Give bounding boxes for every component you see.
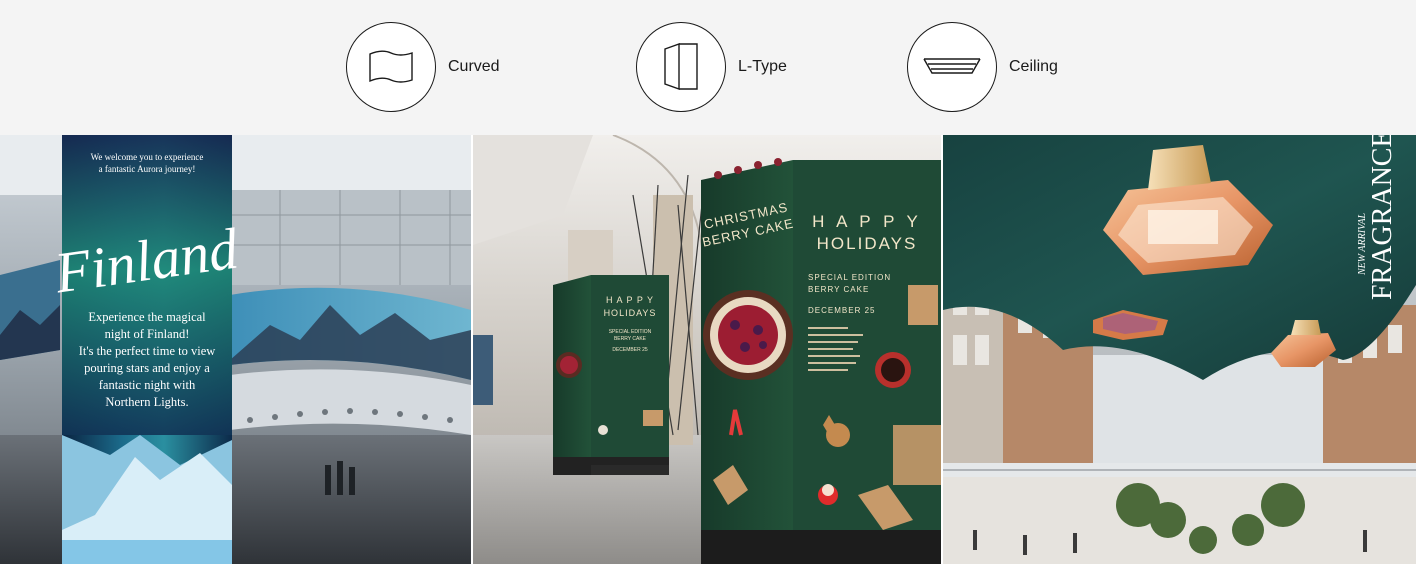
small-box-edition-1: SPECIAL EDITION bbox=[609, 329, 652, 335]
ceiling-display-icon bbox=[907, 22, 997, 112]
large-box-edition-1: SPECIAL EDITION bbox=[808, 273, 891, 282]
small-box-title-2: HOLIDAYS bbox=[604, 308, 657, 318]
pillar-banner-line-2: a fantastic Aurora journey! bbox=[99, 164, 196, 174]
display-type-tabs: Curved L-Type Ceiling bbox=[0, 0, 1416, 135]
pillar-body-line-1: Experience the magical bbox=[88, 310, 206, 324]
tab-ceiling[interactable]: Ceiling bbox=[907, 22, 1058, 112]
l-type-display-photo: H A P P Y HOLIDAYS SPECIAL EDITION BERRY… bbox=[473, 135, 941, 564]
large-box-edition-2: BERRY CAKE bbox=[808, 285, 869, 294]
l-type-display-icon bbox=[636, 22, 726, 112]
large-box-right-title-1: H A P P Y bbox=[812, 212, 922, 231]
pillar-body-line-5: fantastic night with bbox=[99, 378, 196, 392]
small-box-date: DECEMBER 25 bbox=[612, 347, 648, 353]
curved-display-photo: We welcome you to experience a fantastic… bbox=[0, 135, 471, 564]
small-box-title-1: H A P P Y bbox=[606, 295, 654, 305]
tab-curved-label: Curved bbox=[448, 58, 500, 75]
large-box-date: DECEMBER 25 bbox=[808, 306, 875, 315]
small-box-edition-2: BERRY CAKE bbox=[614, 336, 647, 342]
curved-display-icon bbox=[346, 22, 436, 112]
pillar-body-line-4: pouring stars and enjoy a bbox=[84, 361, 210, 375]
pillar-body-line-3: It's the perfect time to view bbox=[79, 344, 216, 358]
pillar-banner-line-1: We welcome you to experience bbox=[91, 152, 204, 162]
pillar-body-line-6: Northern Lights. bbox=[105, 395, 188, 409]
ceiling-display-photo: NEW ARRIVAL FRAGRANCE bbox=[943, 135, 1416, 564]
tab-l-type-label: L-Type bbox=[738, 58, 787, 75]
tab-ceiling-label: Ceiling bbox=[1009, 58, 1058, 75]
tab-curved[interactable]: Curved bbox=[346, 22, 500, 112]
ceiling-fragrance: FRAGRANCE bbox=[1367, 135, 1398, 300]
pillar-body-line-2: night of Finland! bbox=[105, 327, 190, 341]
tab-l-type[interactable]: L-Type bbox=[636, 22, 787, 112]
large-box-right-title-2: HOLIDAYS bbox=[817, 234, 918, 253]
